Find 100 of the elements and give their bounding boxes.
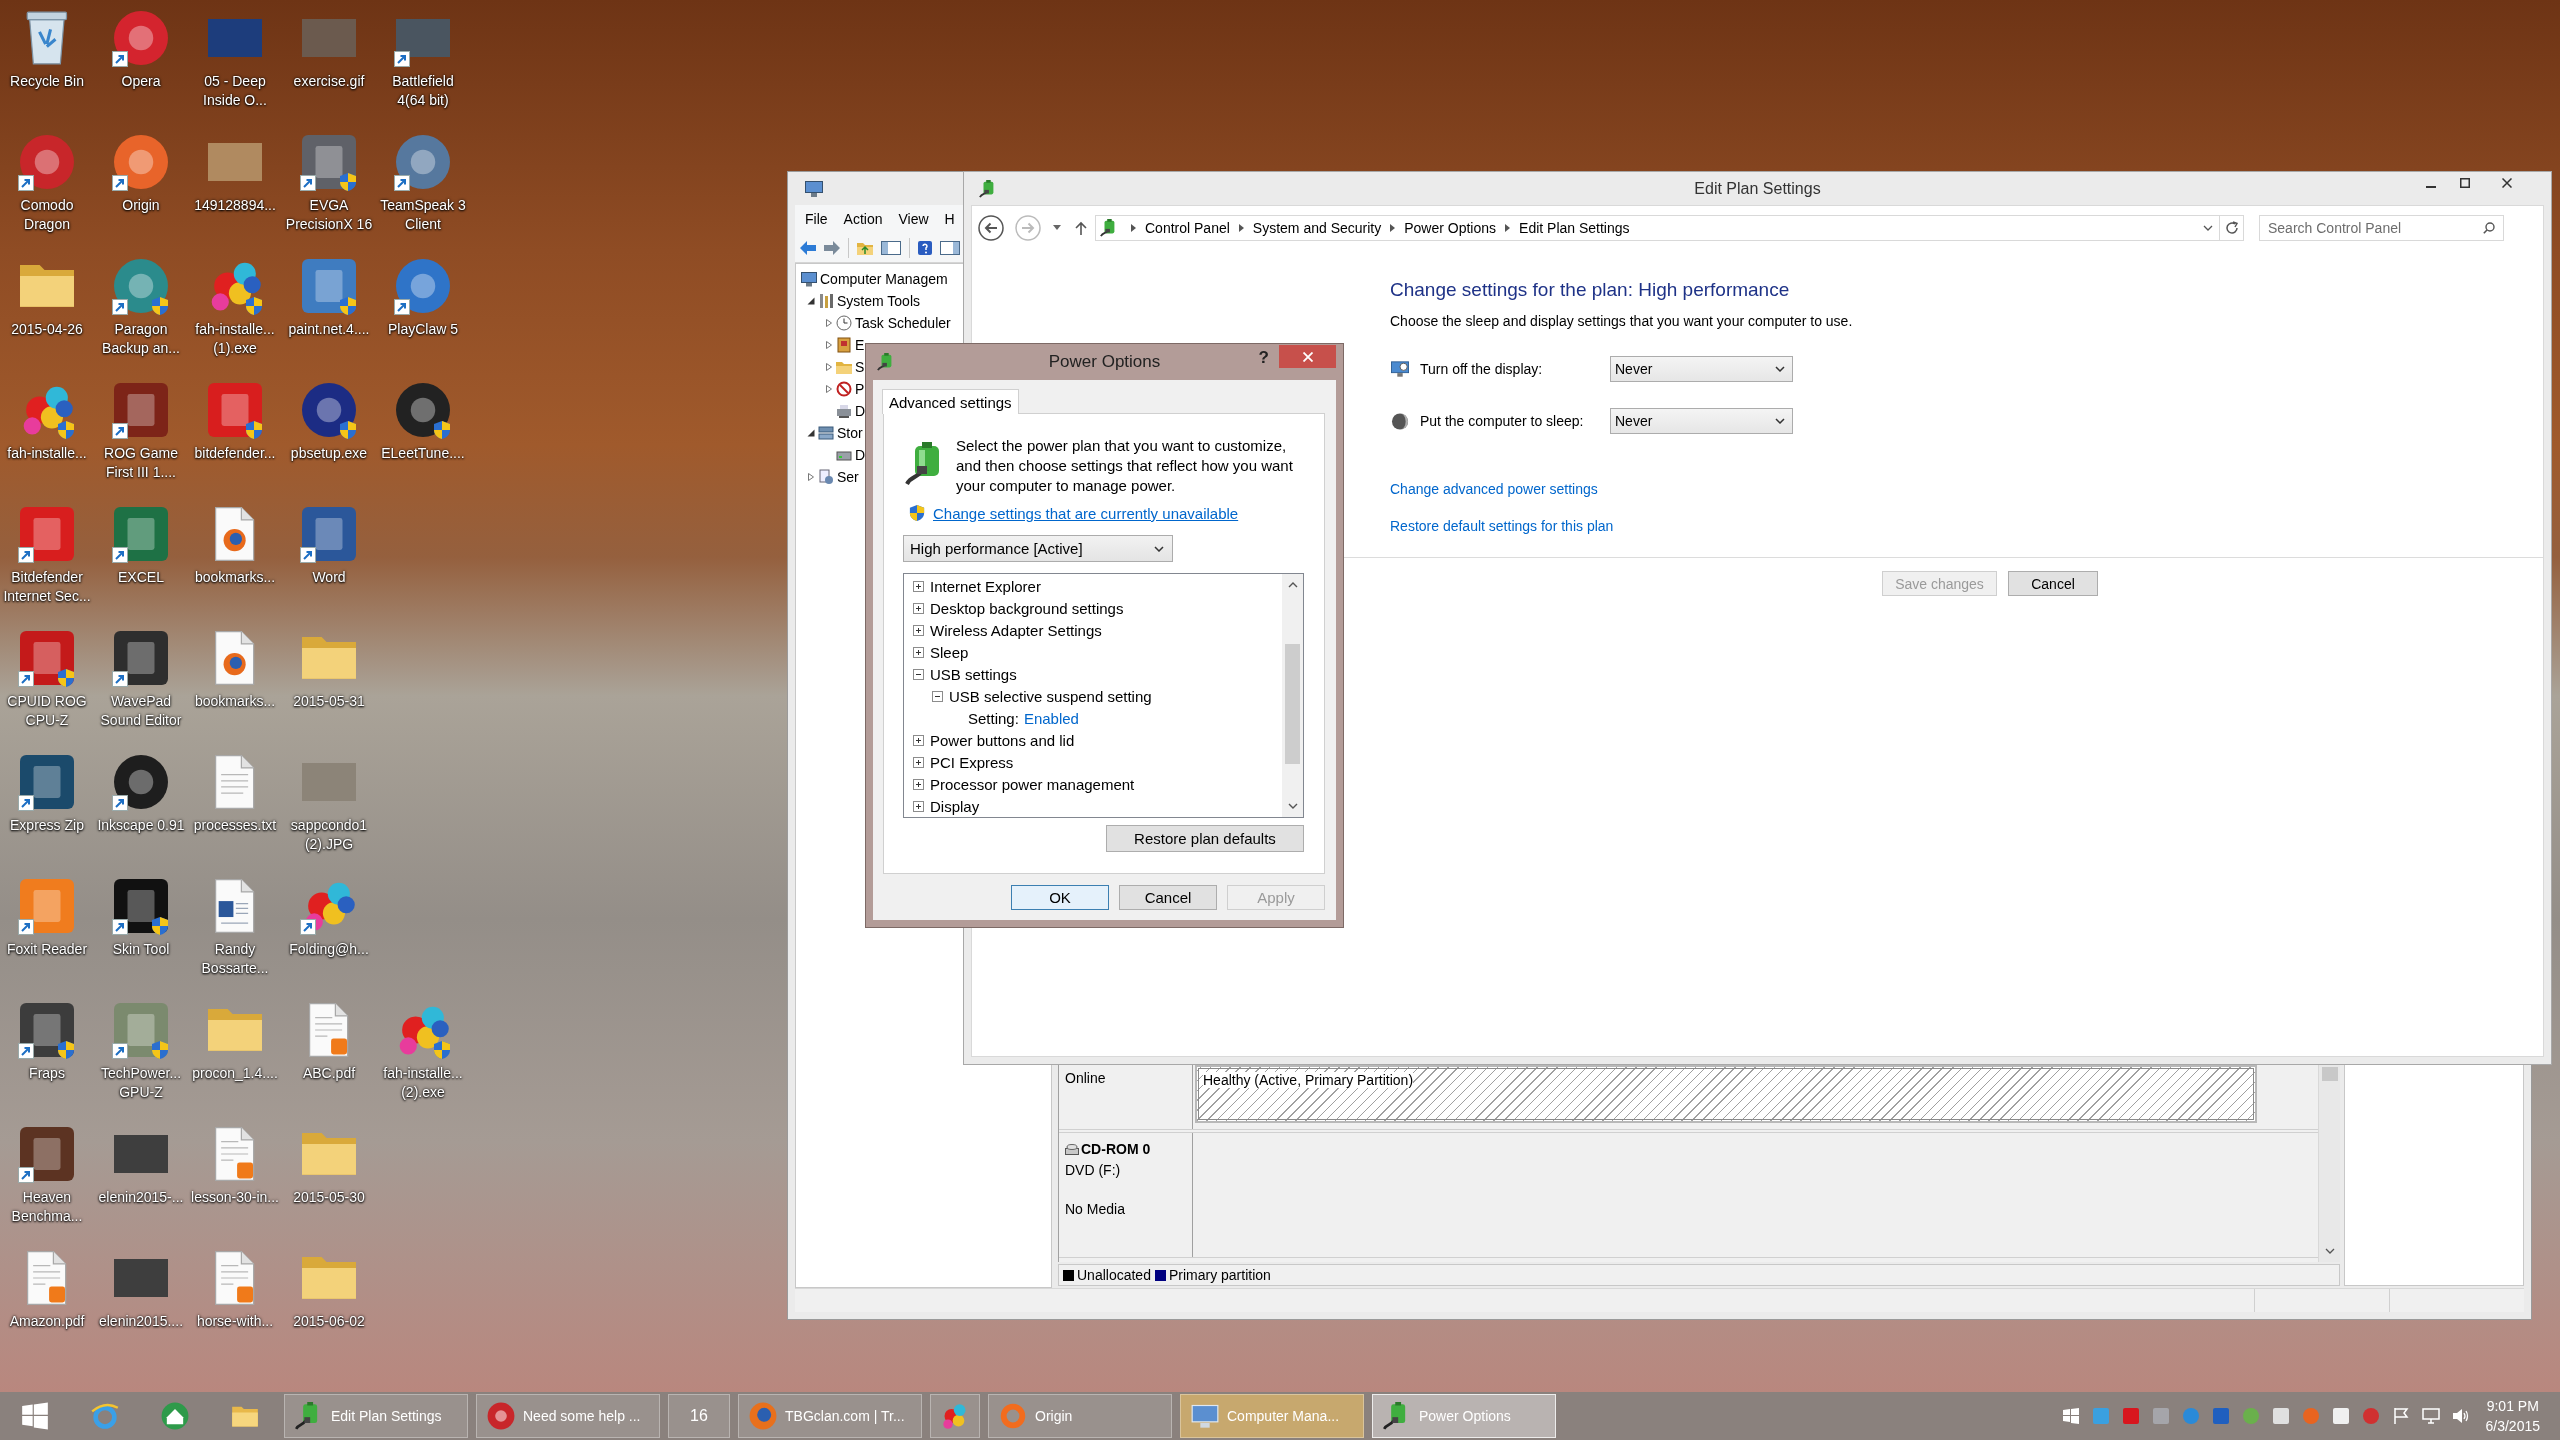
desktop-icon-label[interactable]: Recycle Bin — [10, 72, 84, 91]
breadcrumb-item[interactable]: Edit Plan Settings — [1519, 219, 1630, 236]
expand-icon[interactable] — [913, 602, 924, 614]
ok-button[interactable]: OK — [1011, 885, 1109, 910]
desktop-icon-label[interactable]: pbsetup.exe — [290, 444, 368, 463]
scrollbar[interactable] — [2318, 1065, 2340, 1262]
scroll-down-icon[interactable] — [1287, 803, 1298, 809]
desktop-icon-label[interactable]: fah-installe... (1).exe — [190, 320, 280, 358]
desktop-icon-label[interactable]: Paragon Backup an... — [96, 320, 186, 358]
recycle-bin-icon[interactable] — [26, 11, 68, 65]
desktop-icon-label[interactable]: fah-installe... — [7, 444, 87, 463]
tree-item[interactable]: Power buttons and lid — [930, 731, 1075, 749]
chevron-right-icon[interactable] — [1505, 223, 1511, 232]
app-icon[interactable] — [20, 755, 74, 809]
app-icon[interactable] — [114, 631, 168, 685]
photo-thumbnail[interactable] — [208, 142, 262, 182]
restore-defaults-button[interactable]: Restore plan defaults — [1106, 825, 1304, 852]
desktop-icon-label[interactable]: Foxit Reader — [6, 940, 88, 959]
cancel-button[interactable]: Cancel — [1119, 885, 1217, 910]
scroll-down-icon[interactable] — [2324, 1248, 2335, 1254]
desktop-icon-label[interactable]: Randy Bossarte... — [190, 940, 280, 978]
folder-icon[interactable] — [857, 240, 873, 255]
expand-icon[interactable] — [913, 734, 924, 746]
caret-down-icon[interactable] — [1053, 225, 1061, 230]
tree-item[interactable]: Display — [930, 797, 980, 815]
taskbar-button[interactable]: Need some help ... — [476, 1394, 660, 1438]
tree-item[interactable]: System Tools — [837, 293, 920, 309]
chevron-down-icon[interactable] — [2203, 224, 2213, 231]
panel-icon[interactable] — [940, 240, 960, 255]
expand-arrow-icon[interactable] — [825, 341, 833, 349]
tree-item[interactable]: D — [855, 403, 866, 419]
desktop-icon-label[interactable]: Origin — [122, 196, 160, 215]
taskbar-button[interactable]: Origin — [988, 1394, 1172, 1438]
scrollbar-thumb[interactable] — [1285, 644, 1300, 764]
chevron-right-icon[interactable] — [1390, 223, 1396, 232]
tree-item[interactable]: Task Scheduler — [855, 315, 951, 331]
desktop-icon-label[interactable]: Amazon.pdf — [9, 1312, 85, 1331]
app-icon[interactable] — [396, 135, 450, 189]
taskbar-button[interactable]: Edit Plan Settings — [284, 1394, 468, 1438]
refresh-icon[interactable] — [2224, 220, 2239, 235]
tree-item[interactable]: USB settings — [930, 665, 1017, 683]
help-icon[interactable] — [918, 240, 932, 255]
help-button[interactable]: ? — [1256, 348, 1271, 368]
document-icon[interactable] — [309, 1003, 349, 1057]
tree-item[interactable]: Internet Explorer — [930, 577, 1041, 595]
tree-item[interactable]: Sleep — [930, 643, 969, 661]
expand-arrow-icon[interactable] — [807, 473, 815, 481]
collapse-icon[interactable] — [932, 690, 943, 702]
dropdown[interactable]: Never — [1610, 408, 1793, 434]
desktop-icon-label[interactable]: Bitdefender Internet Sec... — [2, 568, 92, 606]
scroll-up-icon[interactable] — [1287, 582, 1298, 588]
tree-item[interactable]: Desktop background settings — [930, 599, 1124, 617]
collapse-arrow-icon[interactable] — [807, 429, 815, 437]
desktop-icon-label[interactable]: 149128894... — [194, 196, 276, 215]
menu-item[interactable]: File — [797, 211, 836, 227]
collapse-arrow-icon[interactable] — [807, 297, 815, 305]
app-icon[interactable] — [114, 11, 168, 65]
taskbar-button[interactable]: TBGclan.com | Tr... — [738, 1394, 922, 1438]
desktop-icon-label[interactable]: 2015-04-26 — [11, 320, 83, 339]
menu-item[interactable]: Action — [835, 211, 891, 227]
app-icon[interactable] — [20, 1127, 74, 1181]
desktop-icon-label[interactable]: Word — [312, 568, 346, 587]
app-icon[interactable] — [20, 135, 74, 189]
tree-item[interactable]: PCI Express — [930, 753, 1014, 771]
expand-icon[interactable] — [913, 756, 924, 768]
app-icon[interactable] — [114, 755, 168, 809]
expand-arrow-icon[interactable] — [825, 319, 833, 327]
tree-item[interactable]: E — [855, 337, 865, 353]
windows-logo-icon[interactable] — [2061, 1407, 2080, 1425]
setting-value-link[interactable]: Enabled — [1023, 709, 1079, 727]
monitor-icon[interactable] — [2421, 1407, 2440, 1425]
photo-thumbnail[interactable] — [114, 1134, 168, 1174]
speaker-icon[interactable] — [2451, 1407, 2470, 1425]
photo-thumbnail[interactable] — [208, 18, 262, 58]
desktop-icon-label[interactable]: PlayClaw 5 — [388, 320, 458, 339]
tab[interactable]: Advanced settings — [882, 389, 1019, 414]
search-field[interactable]: Search Control Panel — [2259, 214, 2504, 241]
app-icon[interactable] — [114, 383, 168, 437]
desktop-icon-label[interactable]: exercise.gif — [293, 72, 365, 91]
plan-dropdown[interactable]: High performance [Active] — [903, 535, 1173, 562]
breadcrumb-item[interactable]: Power Options — [1404, 219, 1497, 236]
chevron-right-icon[interactable] — [1238, 223, 1244, 232]
forward-arrow-icon[interactable] — [824, 240, 840, 255]
app-icon[interactable] — [114, 135, 168, 189]
expand-icon[interactable] — [913, 580, 924, 592]
photo-thumbnail[interactable] — [396, 18, 450, 58]
close-button[interactable] — [1279, 345, 1336, 368]
tree-item[interactable]: D — [855, 447, 866, 463]
expand-arrow-icon[interactable] — [825, 385, 833, 393]
document-icon[interactable] — [215, 631, 255, 685]
photo-thumbnail[interactable] — [302, 18, 356, 58]
clock-time[interactable]: 9:01 PM — [2486, 1396, 2539, 1416]
up-arrow-icon[interactable] — [1075, 220, 1087, 235]
link[interactable]: Restore default settings for this plan — [1390, 517, 1614, 535]
tree-item[interactable]: S — [855, 359, 865, 375]
admin-settings-link[interactable]: Change settings that are currently unavailable — [933, 504, 1239, 522]
address-bar[interactable]: Control Panel System and Security Power Options Edit Plan Settings — [1095, 214, 2220, 241]
tree-item[interactable]: Ser — [837, 469, 859, 485]
breadcrumb-item[interactable]: Control Panel — [1145, 219, 1230, 236]
collapse-icon[interactable] — [913, 668, 924, 680]
